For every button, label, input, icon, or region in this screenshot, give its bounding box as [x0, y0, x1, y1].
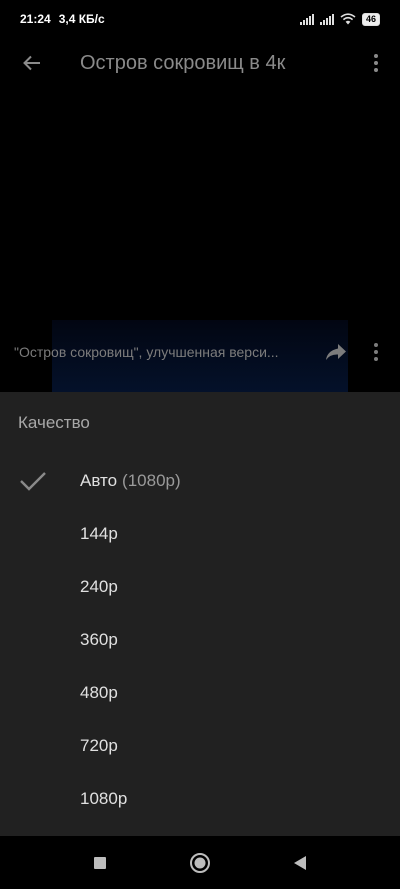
screen: 21:24 3,4 КБ/с 46 Остров сокровищ в 4к "…: [0, 0, 400, 889]
more-vertical-icon: [374, 343, 378, 361]
option-label: 720p: [80, 735, 118, 755]
app-bar: Остров сокровищ в 4к: [0, 38, 400, 88]
check-container: [0, 470, 80, 492]
video-more-button[interactable]: [356, 332, 396, 372]
quality-option-144p[interactable]: 144p: [0, 507, 400, 560]
signal-icon-2: [319, 13, 334, 25]
more-options-button[interactable]: [352, 38, 400, 88]
home-button[interactable]: [186, 849, 214, 877]
quality-option-240p[interactable]: 240p: [0, 560, 400, 613]
quality-option-360p[interactable]: 360p: [0, 613, 400, 666]
more-vertical-icon: [374, 54, 378, 72]
video-player[interactable]: "Остров сокровищ", улучшенная верси...: [0, 88, 400, 392]
status-net-speed: 3,4 КБ/с: [58, 12, 105, 26]
circle-icon: [190, 852, 210, 873]
option-label: 1080p: [80, 788, 128, 808]
option-label: 240p: [80, 576, 118, 596]
option-label: 480p: [80, 682, 118, 702]
arrow-left-icon: [23, 55, 40, 71]
page-title: Остров сокровищ в 4к: [80, 51, 286, 74]
sheet-title: Качество: [18, 413, 90, 432]
signal-icon: [299, 13, 314, 25]
back-button[interactable]: [0, 38, 64, 88]
status-bar: 21:24 3,4 КБ/с 46: [0, 0, 400, 38]
option-label: Авто: [80, 470, 118, 490]
quality-option-480p[interactable]: 480p: [0, 666, 400, 719]
quality-option-1080p[interactable]: 1080p: [0, 772, 400, 825]
check-icon: [20, 471, 46, 491]
status-time: 21:24: [20, 12, 51, 26]
square-icon: [94, 856, 106, 869]
quality-sheet: Качество Авто (1080p) 144p 240p 360p 480…: [0, 392, 400, 836]
share-button[interactable]: [316, 332, 356, 372]
option-label: 144p: [80, 523, 118, 543]
status-left: 21:24 3,4 КБ/с: [20, 12, 105, 26]
wifi-icon: [340, 13, 356, 25]
quality-option-720p[interactable]: 720p: [0, 719, 400, 772]
system-nav-bar: [0, 836, 400, 889]
quality-option-auto[interactable]: Авто (1080p): [0, 454, 400, 507]
back-nav-button[interactable]: [286, 849, 314, 877]
option-sub: (1080p): [122, 470, 181, 490]
recents-button[interactable]: [86, 849, 114, 877]
battery-icon: 46: [361, 12, 380, 26]
video-caption: "Остров сокровищ", улучшенная верси...: [14, 344, 279, 360]
triangle-back-icon: [294, 855, 306, 870]
option-label: 360p: [80, 629, 118, 649]
status-right: 46: [299, 12, 380, 26]
share-icon: [326, 344, 346, 360]
video-caption-row: "Остров сокровищ", улучшенная верси...: [0, 330, 400, 374]
